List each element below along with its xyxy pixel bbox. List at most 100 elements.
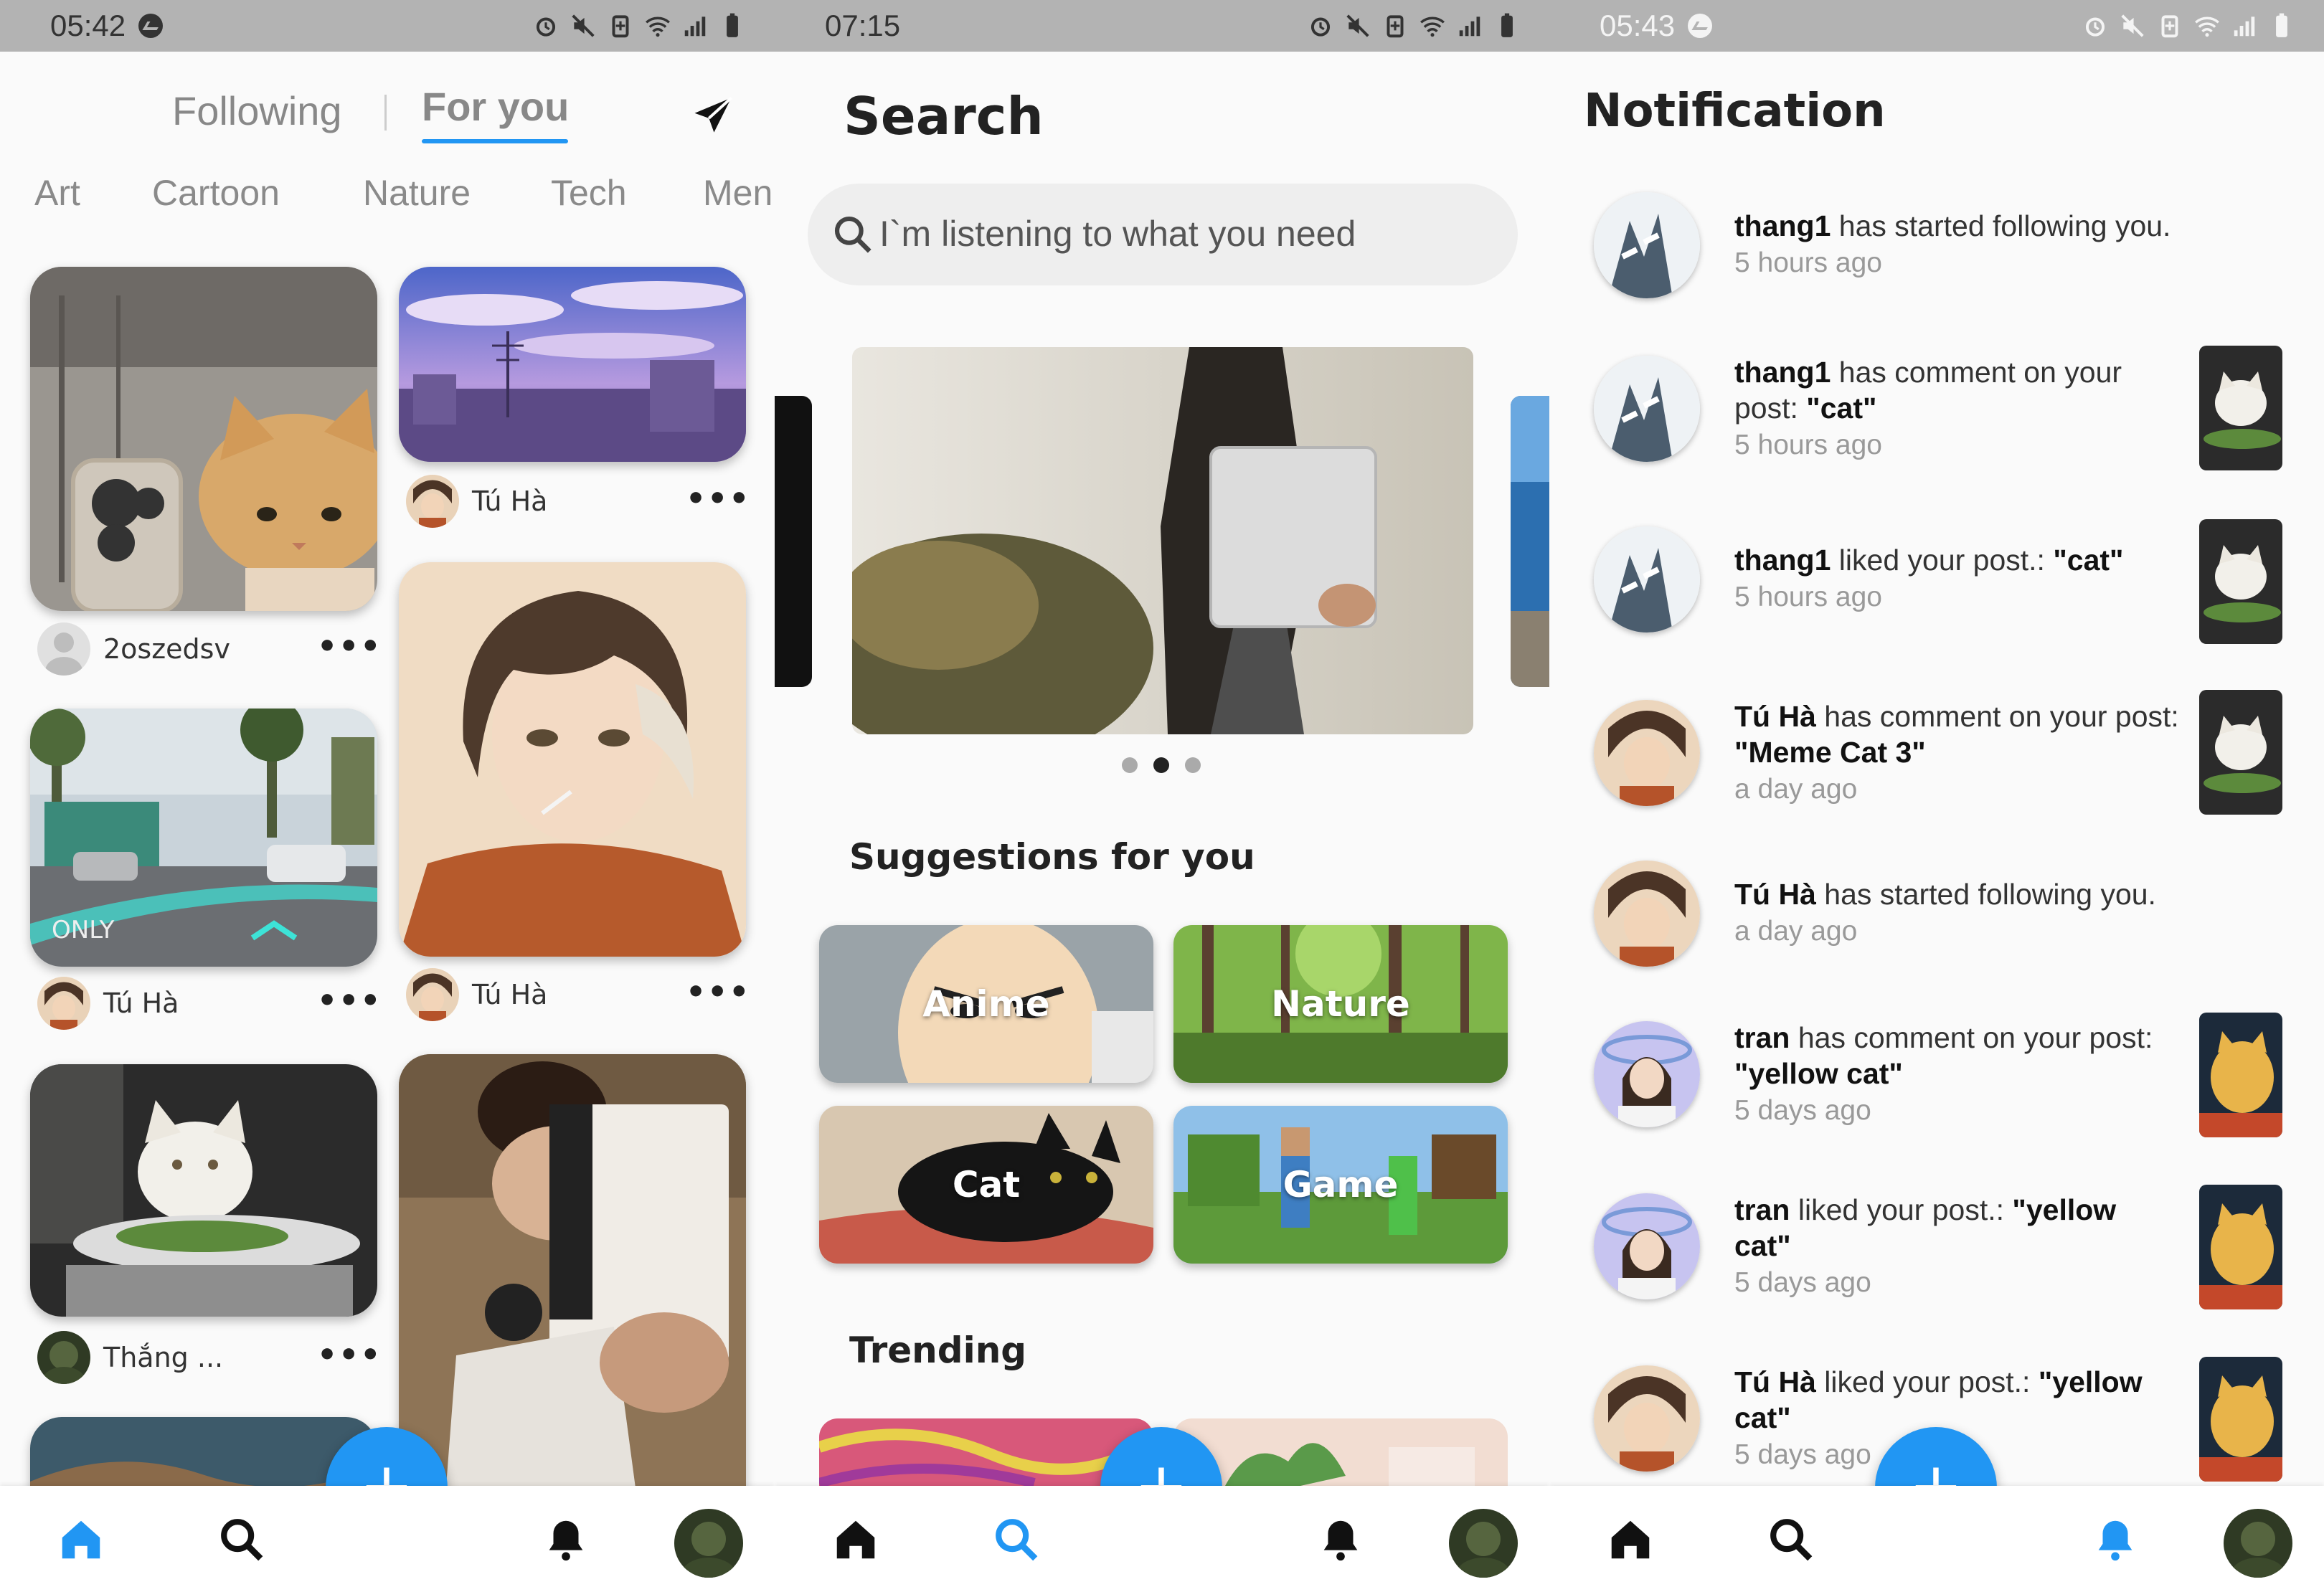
search-bar[interactable] (808, 184, 1518, 285)
post-image-cat-dinner[interactable] (30, 1064, 377, 1317)
status-bar: 05:43 (1549, 0, 2324, 52)
search-icon[interactable] (217, 1515, 267, 1565)
bell-icon[interactable] (541, 1515, 591, 1565)
user-avatar (1594, 1365, 1700, 1472)
more-options-button[interactable]: ••• (686, 974, 750, 1010)
search-icon[interactable] (1766, 1515, 1816, 1565)
post-thumbnail[interactable] (2199, 519, 2282, 644)
post-author[interactable]: Tú Hà (406, 475, 547, 528)
post-image-person-card[interactable] (399, 1054, 746, 1542)
mute-icon (2121, 14, 2144, 37)
carousel-dot[interactable] (1185, 757, 1201, 773)
post-title: "yellow (2012, 1193, 2117, 1226)
post-title: "yellow (2038, 1365, 2143, 1398)
post-thumbnail[interactable] (2199, 1357, 2282, 1482)
battery-saver-icon (2161, 15, 2178, 38)
notification-user: thang1 (1734, 356, 1831, 389)
author-name: 2oszedsv (103, 633, 230, 665)
suggestion-cat[interactable]: Cat (819, 1106, 1153, 1264)
bottom-nav (775, 1486, 1549, 1592)
profile-avatar[interactable] (674, 1509, 743, 1578)
post-image-cat-phone[interactable] (30, 267, 377, 611)
alarm-icon (1310, 17, 1331, 37)
suggestion-label: Nature (1271, 983, 1410, 1025)
notification-screen: 05:43 Notification thang1 has started fo… (1549, 0, 2324, 1592)
home-icon[interactable] (56, 1515, 106, 1565)
search-icon[interactable] (991, 1515, 1041, 1565)
bottom-nav (0, 1486, 775, 1592)
carousel-prev-slide[interactable] (775, 396, 812, 687)
status-icons (2082, 12, 2295, 39)
post-image-purple-sky[interactable] (399, 267, 746, 462)
category-nature[interactable]: Nature (363, 172, 471, 214)
carousel-slide[interactable] (852, 347, 1473, 734)
more-options-button[interactable]: ••• (686, 480, 750, 517)
tab-for-you[interactable]: For you (422, 83, 569, 130)
author-name: Tú Hà (472, 485, 548, 517)
category-cartoon[interactable]: Cartoon (152, 172, 280, 214)
notification-user: Tú Hà (1734, 878, 1816, 911)
tab-divider (384, 95, 387, 131)
more-options-button[interactable]: ••• (317, 982, 382, 1019)
post-thumbnail[interactable] (2199, 1185, 2282, 1309)
alarm-icon (2085, 17, 2105, 37)
notification-time: 5 days ago (1734, 1439, 1871, 1470)
more-options-button[interactable]: ••• (317, 628, 382, 665)
battery-saver-icon (1387, 15, 1404, 38)
search-input[interactable] (879, 205, 1496, 262)
post-thumbnail[interactable] (2199, 690, 2282, 815)
alarm-icon (536, 17, 556, 37)
default-avatar (37, 622, 90, 676)
suggestion-label: Anime (922, 983, 1050, 1025)
suggestion-anime[interactable]: Anime (819, 925, 1153, 1083)
dark-avatar (37, 1331, 90, 1384)
status-time: 05:42 (50, 9, 126, 42)
category-tech[interactable]: Tech (551, 172, 627, 214)
post-thumbnail[interactable] (2199, 1013, 2282, 1137)
profile-avatar[interactable] (2224, 1509, 2292, 1578)
anime-boy-avatar (37, 977, 90, 1030)
notification-user: thang1 (1734, 544, 1831, 577)
suggestions-title: Suggestions for you (849, 836, 1255, 878)
signal-icon (2234, 16, 2255, 37)
mute-icon (572, 14, 595, 37)
status-bar: 05:42 (0, 0, 775, 52)
home-icon[interactable] (831, 1515, 881, 1565)
post-title: "yellow cat" (1734, 1057, 1903, 1090)
post-author[interactable]: Tú Hà (406, 968, 547, 1021)
carousel-next-slide[interactable] (1511, 396, 1549, 687)
notification-user: Tú Hà (1734, 700, 1816, 733)
category-bar: Art Cartoon Nature Tech Men (0, 172, 775, 222)
page-title: Search (844, 86, 1044, 146)
post-author[interactable]: Thắng ... (37, 1331, 223, 1384)
post-image-anime-boy[interactable] (399, 562, 746, 957)
category-men[interactable]: Men (703, 172, 773, 214)
notification-time: a day ago (1734, 774, 1858, 805)
notification-text: liked your post.: (1831, 544, 2054, 577)
author-name: Tú Hà (103, 987, 179, 1019)
suggestion-game[interactable]: Game (1173, 1106, 1508, 1264)
battery-icon (727, 13, 738, 37)
bell-icon[interactable] (2090, 1515, 2140, 1565)
carousel-dot[interactable] (1122, 757, 1138, 773)
user-avatar (1594, 861, 1700, 967)
post-author[interactable]: Tú Hà (37, 977, 179, 1030)
notification-time: 5 hours ago (1734, 247, 1882, 278)
notification-time: a day ago (1734, 916, 1858, 947)
search-icon (834, 216, 872, 253)
more-options-button[interactable]: ••• (317, 1337, 382, 1373)
suggestion-nature[interactable]: Nature (1173, 925, 1508, 1083)
notification-text: liked your post.: (1815, 1365, 2039, 1398)
send-icon[interactable] (689, 92, 737, 141)
bell-icon[interactable] (1315, 1515, 1366, 1565)
post-thumbnail[interactable] (2199, 346, 2282, 470)
tab-following[interactable]: Following (172, 87, 342, 134)
category-art[interactable]: Art (34, 172, 80, 214)
carousel-dot-active[interactable] (1153, 757, 1169, 773)
home-icon[interactable] (1605, 1515, 1655, 1565)
post-image-street[interactable]: ONLY (30, 709, 377, 967)
profile-avatar[interactable] (1449, 1509, 1518, 1578)
anime-boy-avatar (406, 475, 459, 528)
post-author[interactable]: 2oszedsv (37, 622, 230, 676)
status-time: 07:15 (825, 9, 901, 42)
